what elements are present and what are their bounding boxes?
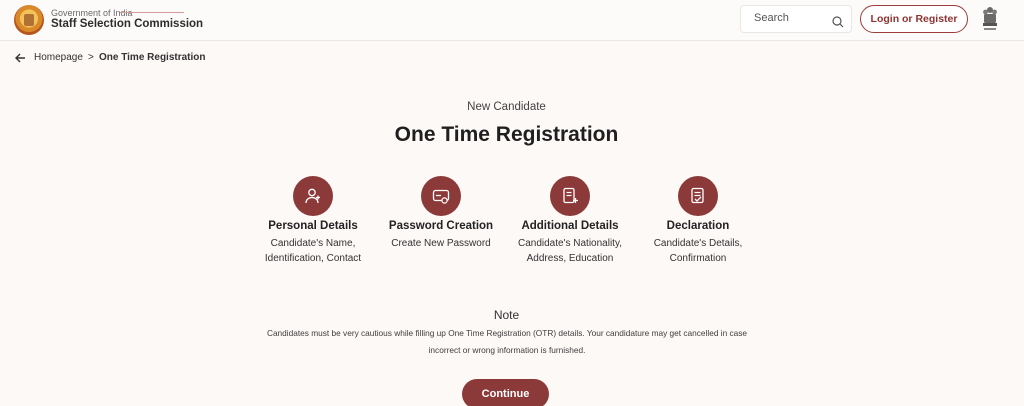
continue-button[interactable]: Continue (462, 379, 549, 406)
document-add-icon (550, 176, 590, 216)
step-description: Candidate's Name, Identification, Contac… (264, 238, 362, 264)
step-declaration: Declaration Candidate's Details, Confirm… (635, 176, 761, 266)
step-title: Additional Details (521, 220, 619, 232)
note-text: Candidates must be very cautious while f… (266, 328, 748, 355)
step-description: Create New Password (391, 238, 491, 249)
step-title: Declaration (666, 220, 730, 232)
step-personal-details: Personal Details Candidate's Name, Ident… (250, 176, 376, 266)
step-title: Password Creation (388, 220, 494, 232)
decorative-line (120, 12, 184, 13)
breadcrumb-homepage-link[interactable]: Homepage (34, 52, 83, 63)
step-title: Personal Details (268, 220, 358, 232)
note-title: Note (493, 308, 520, 322)
search-input[interactable] (754, 12, 824, 24)
arrow-left-icon[interactable] (14, 52, 26, 64)
user-add-icon (293, 176, 333, 216)
step-additional-details: Additional Details Candidate's Nationali… (507, 176, 633, 266)
document-check-icon (678, 176, 718, 216)
organization-name[interactable]: Staff Selection Commission (51, 18, 203, 30)
step-description: Candidate's Details, Confirmation (653, 238, 743, 264)
ssc-logo-icon[interactable] (14, 5, 44, 35)
login-register-button[interactable]: Login or Register (860, 5, 968, 33)
step-password-creation: Password Creation Create New Password (378, 176, 504, 251)
breadcrumb-current: One Time Registration (99, 52, 206, 63)
step-description: Candidate's Nationality, Address, Educat… (517, 238, 622, 264)
breadcrumb-separator: > (88, 52, 94, 63)
search-box[interactable] (740, 5, 852, 33)
page-title: One Time Registration (394, 123, 619, 146)
page-eyebrow: New Candidate (467, 101, 546, 113)
search-icon[interactable] (832, 15, 844, 28)
password-card-icon (421, 176, 461, 216)
top-navbar: Government of India Staff Selection Comm… (0, 0, 1024, 41)
national-emblem-icon (980, 4, 1000, 34)
government-label: Government of India (51, 8, 133, 18)
